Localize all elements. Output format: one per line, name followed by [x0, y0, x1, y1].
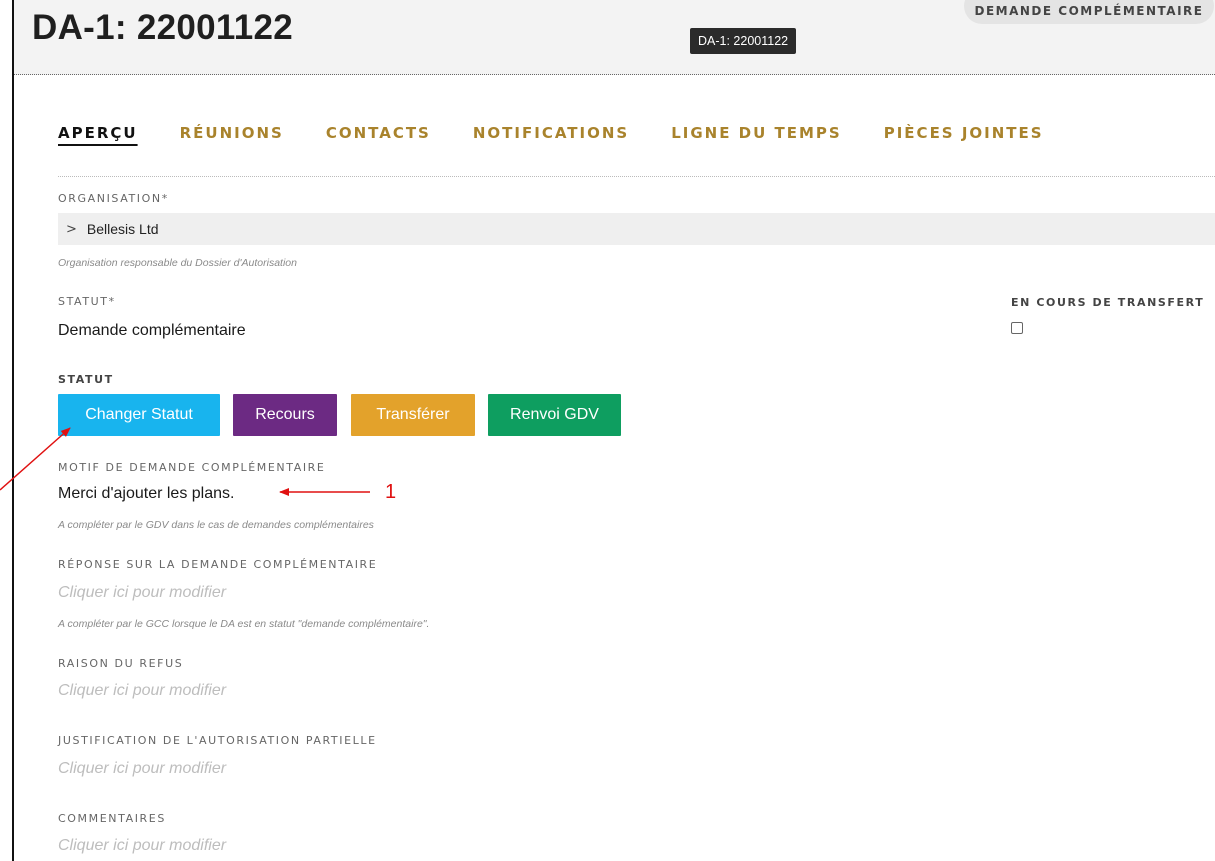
page-title: DA-1: 22001122 — [32, 8, 294, 47]
justification-field[interactable]: Cliquer ici pour modifier — [58, 760, 226, 778]
tab-reunions[interactable]: RÉUNIONS — [180, 124, 284, 142]
title-tooltip: DA-1: 22001122 — [690, 28, 797, 54]
header: DA-1: 22001122 DEMANDE COMPLÉMENTAIRE DA… — [14, 0, 1215, 75]
reponse-label: RÉPONSE SUR LA DEMANDE COMPLÉMENTAIRE — [58, 558, 378, 571]
tabs-divider — [58, 176, 1215, 177]
refus-label: RAISON DU REFUS — [58, 657, 184, 670]
header-divider — [14, 74, 1215, 75]
reponse-field[interactable]: Cliquer ici pour modifier — [58, 584, 226, 602]
changer-statut-button[interactable]: Changer Statut — [58, 394, 220, 436]
statut-label: STATUT* — [58, 295, 116, 308]
tab-ligne-du-temps[interactable]: LIGNE DU TEMPS — [671, 124, 842, 142]
motif-value[interactable]: Merci d'ajouter les plans. — [58, 485, 234, 503]
reponse-help: A compléter par le GCC lorsque le DA est… — [58, 618, 430, 630]
annotation-number-1: 1 — [385, 481, 397, 503]
transfert-label: EN COURS DE TRANSFERT — [1011, 296, 1205, 309]
commentaires-label: COMMENTAIRES — [58, 812, 166, 825]
recours-button[interactable]: Recours — [233, 394, 337, 436]
status-badge: DEMANDE COMPLÉMENTAIRE — [964, 0, 1214, 24]
tab-pieces-jointes[interactable]: PIÈCES JOINTES — [884, 124, 1044, 142]
chevron-right-icon: > — [66, 221, 77, 237]
motif-label: MOTIF DE DEMANDE COMPLÉMENTAIRE — [58, 461, 326, 474]
commentaires-field[interactable]: Cliquer ici pour modifier — [58, 837, 226, 855]
tab-bar: APERÇU RÉUNIONS CONTACTS NOTIFICATIONS L… — [58, 124, 1086, 142]
actions-label: STATUT — [58, 373, 114, 386]
justification-label: JUSTIFICATION DE L'AUTORISATION PARTIELL… — [58, 734, 377, 747]
transferer-button[interactable]: Transférer — [351, 394, 475, 436]
tab-apercu[interactable]: APERÇU — [58, 124, 138, 142]
statut-value: Demande complémentaire — [58, 322, 246, 339]
organisation-label: ORGANISATION* — [58, 192, 169, 205]
organisation-value: Bellesis Ltd — [86, 221, 159, 237]
tab-contacts[interactable]: CONTACTS — [326, 124, 431, 142]
transfert-checkbox[interactable] — [1011, 322, 1023, 334]
renvoi-gdv-button[interactable]: Renvoi GDV — [488, 394, 621, 436]
organisation-selector[interactable]: > Bellesis Ltd — [58, 213, 1215, 245]
organisation-help: Organisation responsable du Dossier d'Au… — [58, 257, 297, 269]
left-border — [12, 0, 14, 861]
refus-field[interactable]: Cliquer ici pour modifier — [58, 682, 226, 700]
motif-help: A compléter par le GDV dans le cas de de… — [58, 519, 374, 531]
tab-notifications[interactable]: NOTIFICATIONS — [473, 124, 629, 142]
